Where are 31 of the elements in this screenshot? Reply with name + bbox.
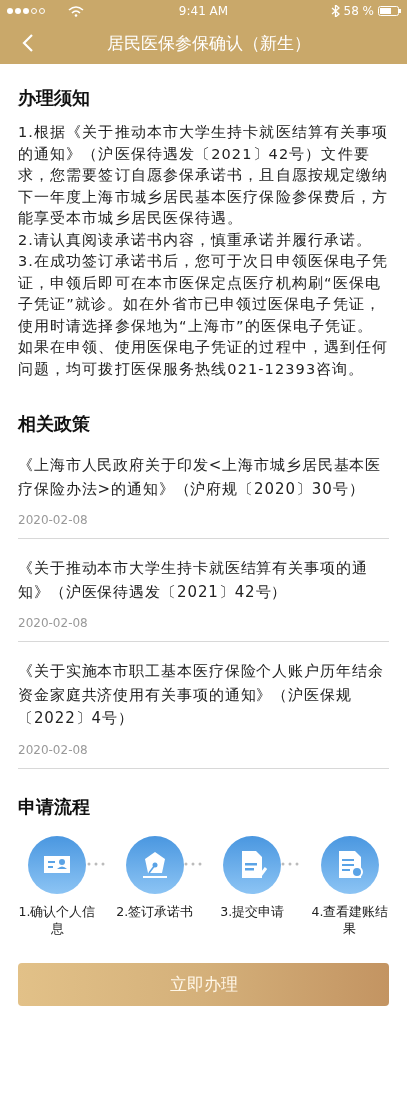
section-heading: 相关政策	[18, 412, 90, 436]
dotted-connector	[281, 861, 299, 866]
battery-percent: 58 %	[343, 4, 374, 18]
step-icon	[222, 834, 283, 895]
step-label: 1.确认个人信息	[18, 902, 96, 937]
step-label: 2.签订承诺书	[116, 902, 194, 920]
bluetooth-icon	[330, 5, 340, 17]
policy-link[interactable]: 《关于推动本市大学生持卡就医结算有关事项的通知》（沪医保待遇发〔2021〕42号）	[18, 557, 389, 604]
back-icon[interactable]	[22, 34, 34, 52]
notice-paragraph: 3.在成功签订承诺书后，您可于次日申领医保电子凭证，申领后即可在本市医保定点医疗机构刷“医保电子凭证”就诊。如在外省市已申领过医保电子凭证，使用时请选择参保地为“上海市”的医保电子凭证。如果在申领、使用医保电子凭证的过程中，遇到任何问题，均可拨打医保服务热线021-12393咨询。	[18, 252, 389, 379]
policy-date: 2020-02-08	[18, 616, 88, 630]
dotted-connector	[87, 861, 105, 866]
policy-link[interactable]: 《上海市人民政府关于印发<上海市城乡居民基本医疗保险办法>的通知》（沪府规〔2020〕30号）	[18, 454, 389, 501]
page-title: 居民医保参保确认（新生）	[105, 31, 312, 55]
notice-paragraph: 2.请认真阅读承诺书内容，慎重承诺并履行承诺。	[18, 230, 374, 250]
step-icon	[27, 834, 87, 895]
step-label: 4.查看建账结果	[310, 902, 389, 937]
policy-date: 2020-02-08	[18, 742, 88, 757]
signal-icon	[6, 7, 46, 15]
section-heading: 申请流程	[18, 794, 90, 819]
wifi-icon	[68, 5, 84, 17]
policy-date: 2020-02-08	[18, 513, 88, 527]
step-icon	[124, 834, 185, 895]
step-icon	[319, 834, 380, 895]
notice-paragraph: 1.根据《关于推动本市大学生持卡就医结算有关事项的通知》（沪医保待遇发〔2021〕42号）文件要求，您需要签订自愿参保承诺书，且自愿按规定缴纳下一年度上海市城乡居民基本医疗保险参保费后，方能享受本市城乡居民医保待遇。	[18, 123, 389, 228]
status-time: 9:41 AM	[178, 4, 229, 18]
step-label: 3.提交申请	[220, 902, 285, 920]
dotted-connector	[184, 861, 202, 866]
battery-icon	[378, 6, 401, 16]
section-heading: 办理须知	[18, 86, 90, 110]
policy-link[interactable]: 《关于实施本市职工基本医疗保险个人账户历年结余资金家庭共济使用有关事项的通知》（沪医保规〔2022〕4号）	[18, 660, 389, 731]
